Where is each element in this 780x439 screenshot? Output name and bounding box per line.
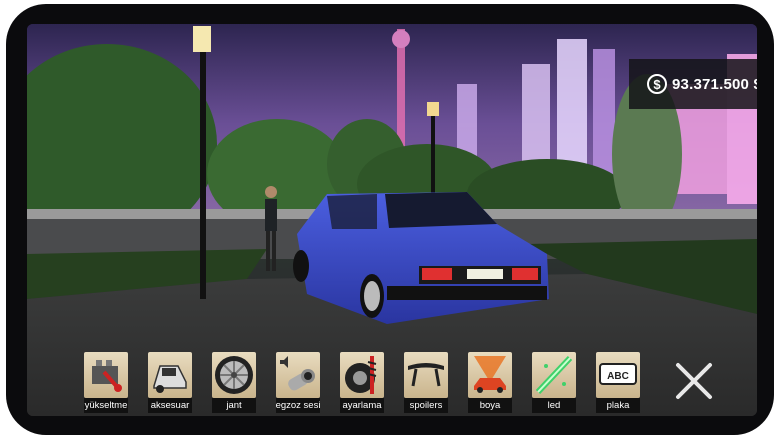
led-icon: [535, 355, 573, 395]
menu-label: spoilers: [404, 398, 448, 413]
menu-label: jant: [212, 398, 256, 413]
menu-item-upgrade[interactable]: yükseltme: [84, 352, 128, 413]
phone-device: $ 93.371.500 $ yükseltme aksesuar jant e…: [0, 0, 780, 439]
menu-tile: [276, 352, 320, 398]
paint-car-icon: [474, 356, 506, 393]
balance-display: $ 93.371.500 $: [629, 59, 757, 109]
menu-tile: [212, 352, 256, 398]
close-icon: [676, 363, 712, 399]
menu-tile: [84, 352, 128, 398]
menu-item-accessory[interactable]: aksesuar: [148, 352, 192, 413]
menu-item-exhaust-sound[interactable]: egzoz sesi: [276, 352, 320, 413]
menu-tile: [468, 352, 512, 398]
menu-tile: [148, 352, 192, 398]
wheel-rim-icon: [215, 356, 253, 394]
balance-amount: 93.371.500 $: [672, 75, 757, 93]
menu-item-rims[interactable]: jant: [212, 352, 256, 413]
suspension-icon: [345, 356, 377, 394]
menu-item-tuning[interactable]: ayarlama: [340, 352, 384, 413]
menu-item-paint[interactable]: boya: [468, 352, 512, 413]
menu-tile: [340, 352, 384, 398]
menu-label: egzoz sesi: [276, 398, 320, 413]
menu-item-spoilers[interactable]: spoilers: [404, 352, 448, 413]
menu-label: plaka: [596, 398, 640, 413]
menu-tile: [404, 352, 448, 398]
menu-label: ayarlama: [340, 398, 384, 413]
spoiler-icon: [408, 363, 444, 387]
menu-label: yükseltme: [84, 398, 128, 413]
dollar-coin-icon: $: [647, 74, 667, 94]
game-viewport[interactable]: $ 93.371.500 $: [27, 24, 757, 416]
menu-label: boya: [468, 398, 512, 413]
menu-item-plate[interactable]: ABC plaka: [596, 352, 640, 413]
svg-text:ABC: ABC: [607, 371, 629, 382]
close-button[interactable]: [672, 359, 716, 403]
exhaust-sound-icon: [280, 356, 315, 391]
menu-tile: ABC: [596, 352, 640, 398]
menu-label: led: [532, 398, 576, 413]
menu-tile: [532, 352, 576, 398]
car-accessory-icon: [153, 365, 187, 393]
menu-item-led[interactable]: led: [532, 352, 576, 413]
menu-label: aksesuar: [148, 398, 192, 413]
engine-icon: [92, 360, 122, 392]
license-plate-icon: ABC: [599, 363, 637, 385]
